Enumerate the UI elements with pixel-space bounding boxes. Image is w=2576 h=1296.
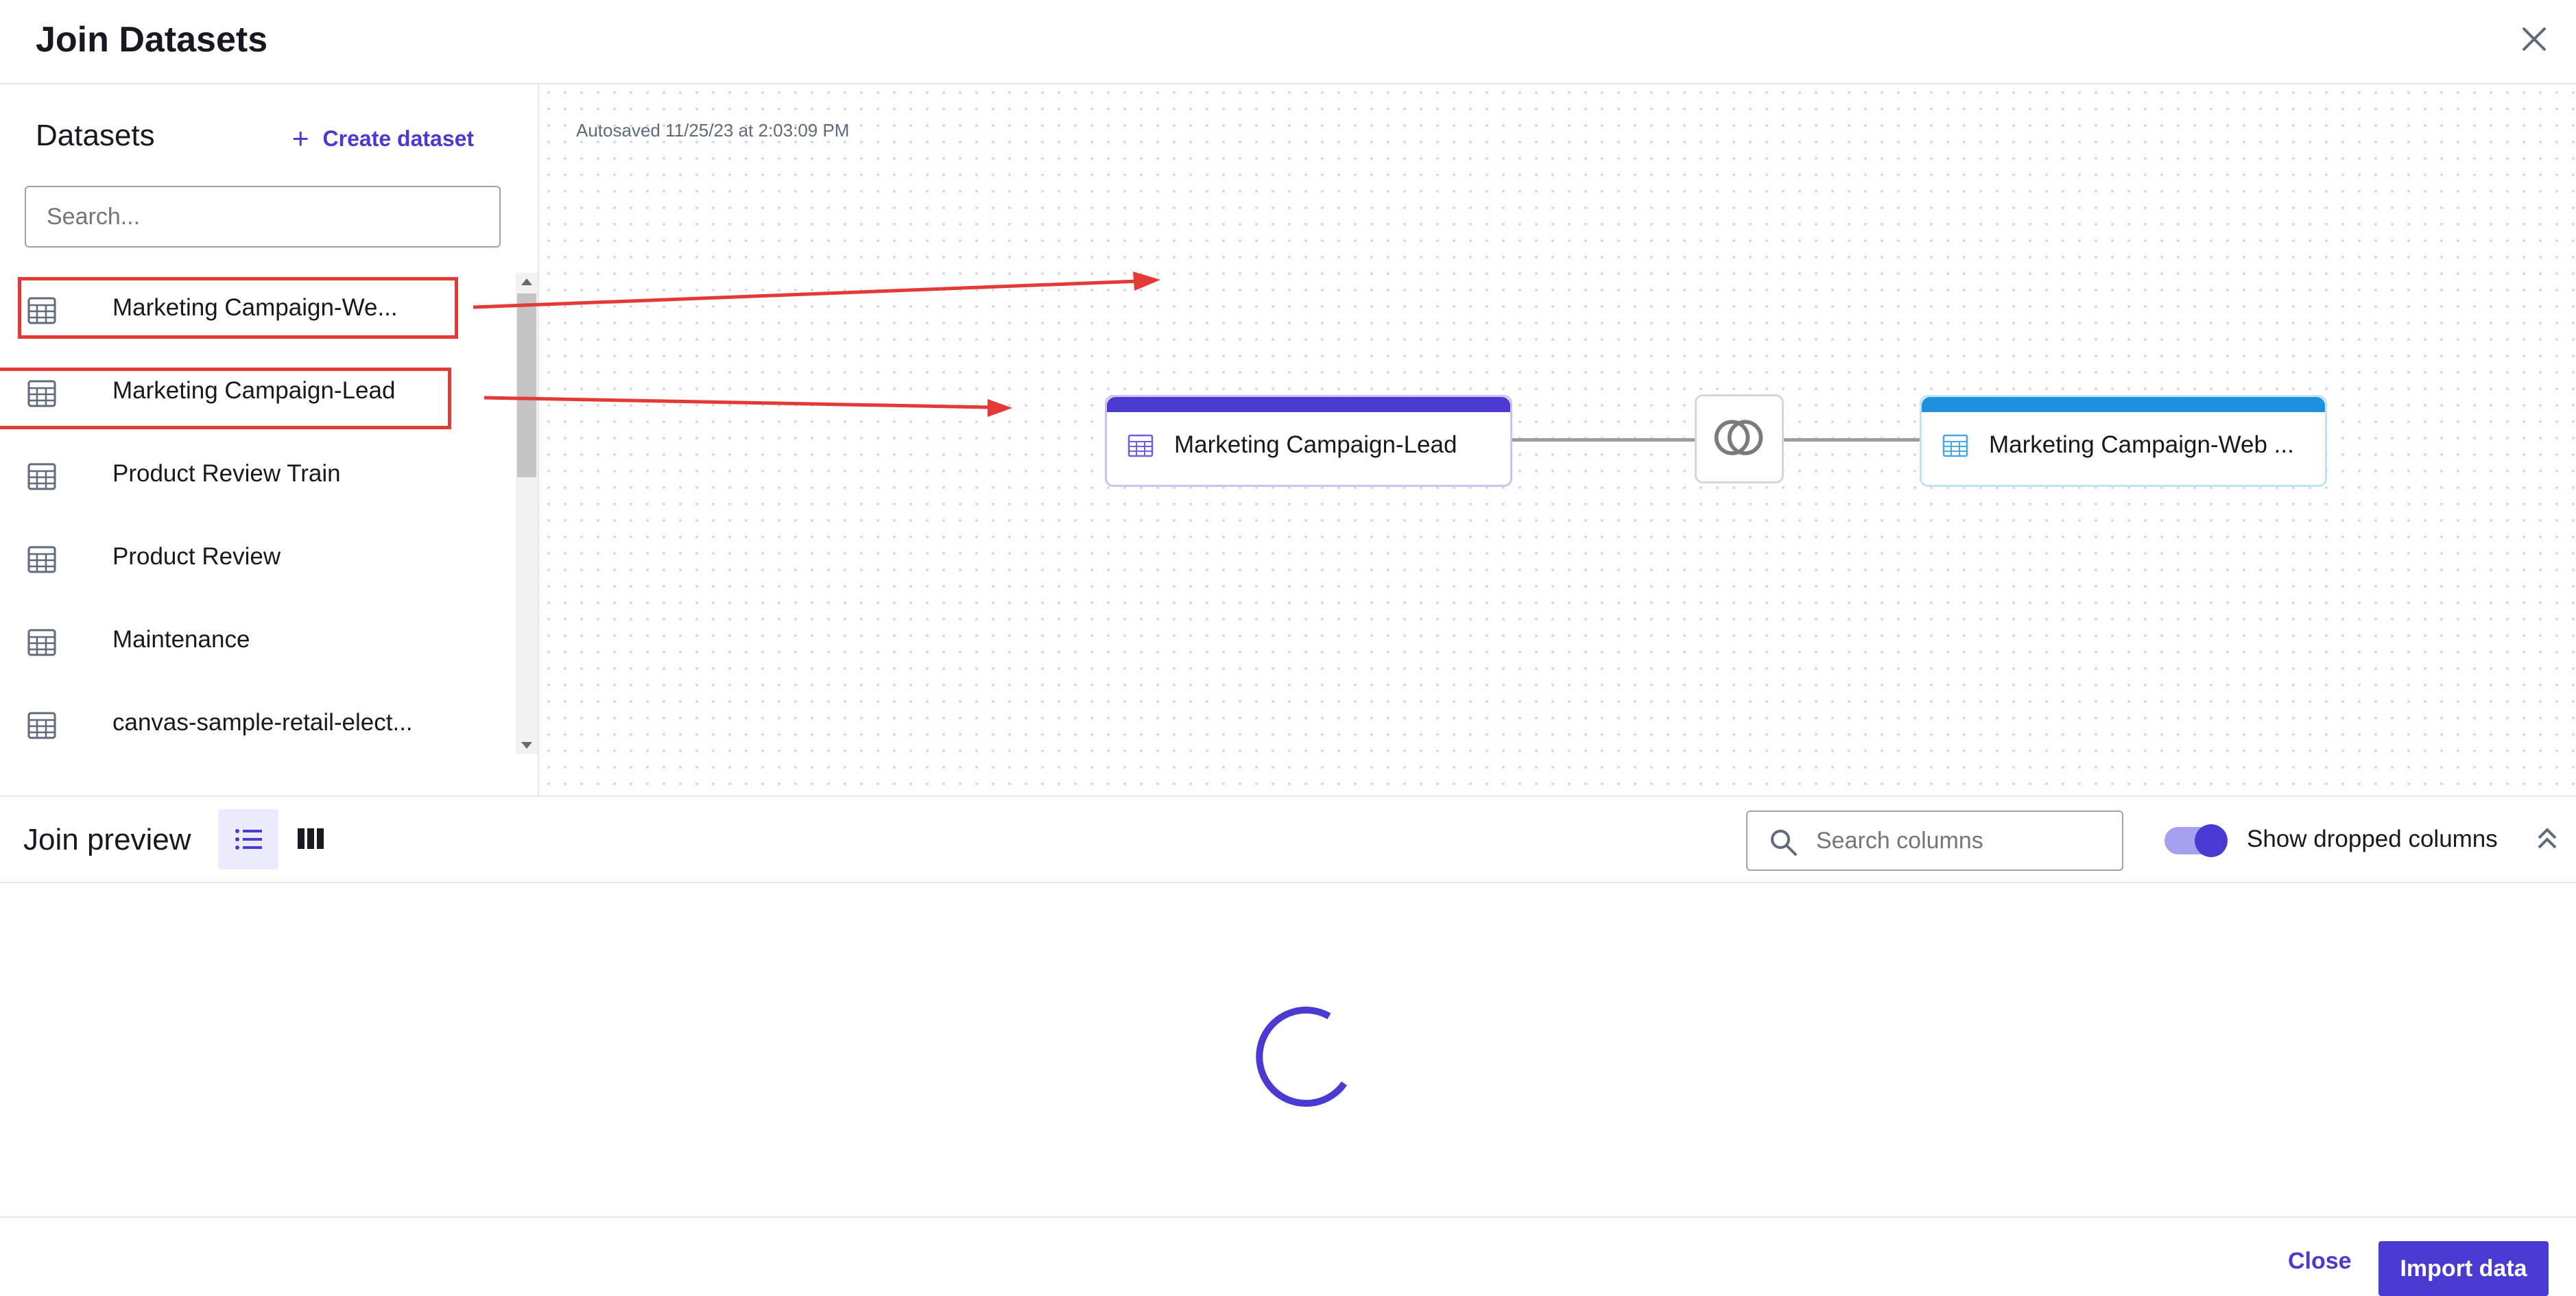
join-canvas[interactable]: Autosaved 11/25/23 at 2:03:09 PM Marketi… <box>540 84 2576 795</box>
table-icon <box>27 712 56 739</box>
create-dataset-label: Create dataset <box>322 126 475 151</box>
column-search-input[interactable] <box>1816 817 2111 864</box>
scrollbar-thumb[interactable] <box>517 293 536 477</box>
inner-join-icon <box>1714 420 1763 455</box>
table-icon <box>27 546 56 573</box>
join-connector-line <box>1784 438 1920 442</box>
column-search-field[interactable] <box>1746 811 2123 871</box>
join-preview-bar: Join preview Show dropped columns <box>0 795 2576 883</box>
join-datasets-dialog: Join Datasets Datasets + Create dataset M… <box>0 0 2576 1296</box>
join-type-button[interactable] <box>1695 394 1784 483</box>
left-node-label: Marketing Campaign-Lead <box>1174 431 1457 458</box>
left-dataset-node[interactable]: Marketing Campaign-Lead <box>1105 395 1512 487</box>
right-dataset-node[interactable]: Marketing Campaign-Web ... <box>1920 395 2327 487</box>
table-icon <box>1128 434 1154 457</box>
dataset-label: Product Review <box>112 543 281 570</box>
node-color-bar <box>1922 397 2325 412</box>
show-dropped-columns-toggle[interactable] <box>2164 824 2228 857</box>
list-item[interactable]: canvas-sample-retail-elect... <box>0 686 508 751</box>
list-item[interactable]: Product Review <box>0 520 508 602</box>
join-preview-title: Join preview <box>23 823 191 856</box>
dataset-label: Marketing Campaign-Lead <box>112 377 396 404</box>
autosave-status: Autosaved 11/25/23 at 2:03:09 PM <box>576 120 850 141</box>
join-connector-line <box>1512 438 1695 442</box>
close-button[interactable]: Close <box>2271 1241 2368 1282</box>
dataset-label: Product Review Train <box>112 460 341 487</box>
list-icon <box>235 829 262 850</box>
datasets-panel: Datasets + Create dataset Marketing Campa… <box>0 84 539 795</box>
import-data-button[interactable]: Import data <box>2378 1241 2549 1296</box>
toggle-knob <box>2195 824 2228 857</box>
scroll-up-icon[interactable] <box>521 278 532 285</box>
table-icon <box>27 463 56 490</box>
datasets-title: Datasets <box>36 119 155 152</box>
dialog-header: Join Datasets <box>0 0 2576 84</box>
table-icon <box>27 380 56 407</box>
list-item[interactable]: Maintenance <box>0 603 508 685</box>
collapse-icon[interactable] <box>2533 821 2561 856</box>
list-item[interactable]: Marketing Campaign-We... <box>0 271 508 353</box>
show-dropped-columns-label: Show dropped columns <box>2247 826 2498 852</box>
columns-icon <box>298 828 324 849</box>
search-icon <box>1771 830 1797 856</box>
plus-icon: + <box>292 122 309 154</box>
list-view-button[interactable] <box>218 809 278 869</box>
column-view-button[interactable] <box>281 809 342 869</box>
close-icon[interactable] <box>2518 23 2550 55</box>
right-node-label: Marketing Campaign-Web ... <box>1989 431 2294 458</box>
dialog-title: Join Datasets <box>36 20 268 60</box>
dialog-footer: Close Import data <box>0 1216 2576 1296</box>
scroll-down-icon[interactable] <box>521 742 532 749</box>
table-icon <box>1942 434 1968 457</box>
list-item[interactable]: Marketing Campaign-Lead <box>0 354 508 436</box>
table-icon <box>27 629 56 656</box>
dataset-label: Marketing Campaign-We... <box>112 294 398 321</box>
node-color-bar <box>1107 397 1510 412</box>
dataset-list: Marketing Campaign-We... Marketing Campa… <box>0 271 514 751</box>
dataset-search-input[interactable] <box>25 186 501 248</box>
join-preview-content <box>0 885 2576 1216</box>
create-dataset-button[interactable]: + Create dataset <box>292 120 475 154</box>
dataset-label: Maintenance <box>112 626 250 653</box>
loading-spinner-icon <box>1256 1007 1348 1107</box>
dataset-label: canvas-sample-retail-elect... <box>112 709 413 736</box>
dataset-list-scrollbar[interactable] <box>516 273 538 754</box>
list-item[interactable]: Product Review Train <box>0 437 508 519</box>
table-icon <box>27 297 56 324</box>
